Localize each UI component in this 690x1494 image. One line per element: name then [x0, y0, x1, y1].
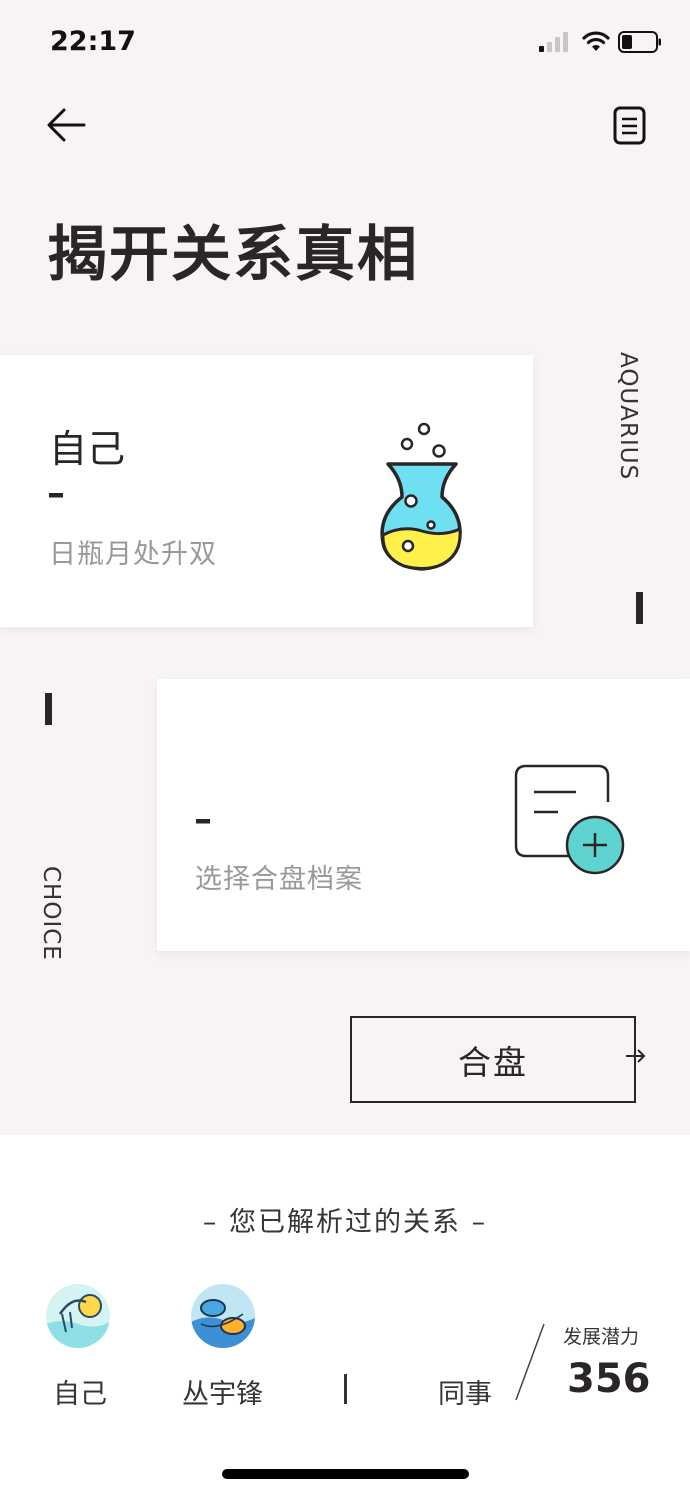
- aquarius-vertical-label: AQUARIUS: [615, 352, 641, 481]
- self-card-dash: –: [47, 473, 65, 514]
- history-item-name[interactable]: 丛宇锋: [182, 1372, 263, 1411]
- decorative-bar: [45, 693, 52, 725]
- select-profile-label: 选择合盘档案: [195, 864, 363, 895]
- signal-icon: [539, 32, 568, 52]
- partner-profile-card[interactable]: – 选择合盘档案: [157, 679, 690, 951]
- pisces-avatar[interactable]: [191, 1284, 255, 1348]
- combine-chart-button[interactable]: 合盘: [350, 1016, 636, 1103]
- arrow-right-icon: [626, 1049, 646, 1063]
- choice-vertical-label: CHOICE: [38, 866, 64, 961]
- battery-icon: [618, 31, 661, 53]
- back-arrow-icon[interactable]: [40, 100, 92, 150]
- self-card-title: 自己: [49, 427, 126, 471]
- page-title: 揭开关系真相: [47, 220, 419, 290]
- wifi-icon: [582, 31, 610, 51]
- potion-flask-icon: [380, 422, 462, 571]
- home-indicator[interactable]: [222, 1469, 469, 1479]
- potential-label: 发展潜力: [563, 1326, 640, 1348]
- relation-type: 同事: [438, 1379, 492, 1410]
- self-profile-card[interactable]: 自己 – 日瓶月处升双: [0, 355, 533, 627]
- add-profile-icon: [514, 764, 625, 875]
- status-time: 22:17: [50, 26, 136, 57]
- aquarius-avatar[interactable]: [46, 1284, 110, 1348]
- potential-score: 356: [567, 1356, 651, 1402]
- history-section-title: – 您已解析过的关系 –: [202, 1207, 488, 1238]
- separator: [344, 1374, 347, 1404]
- decorative-bar: [636, 592, 643, 624]
- self-card-signs: 日瓶月处升双: [49, 539, 217, 570]
- divider-slash: [515, 1323, 545, 1401]
- partner-card-dash: –: [194, 799, 212, 840]
- history-item-name[interactable]: 自己: [53, 1372, 107, 1411]
- document-icon[interactable]: [604, 100, 654, 150]
